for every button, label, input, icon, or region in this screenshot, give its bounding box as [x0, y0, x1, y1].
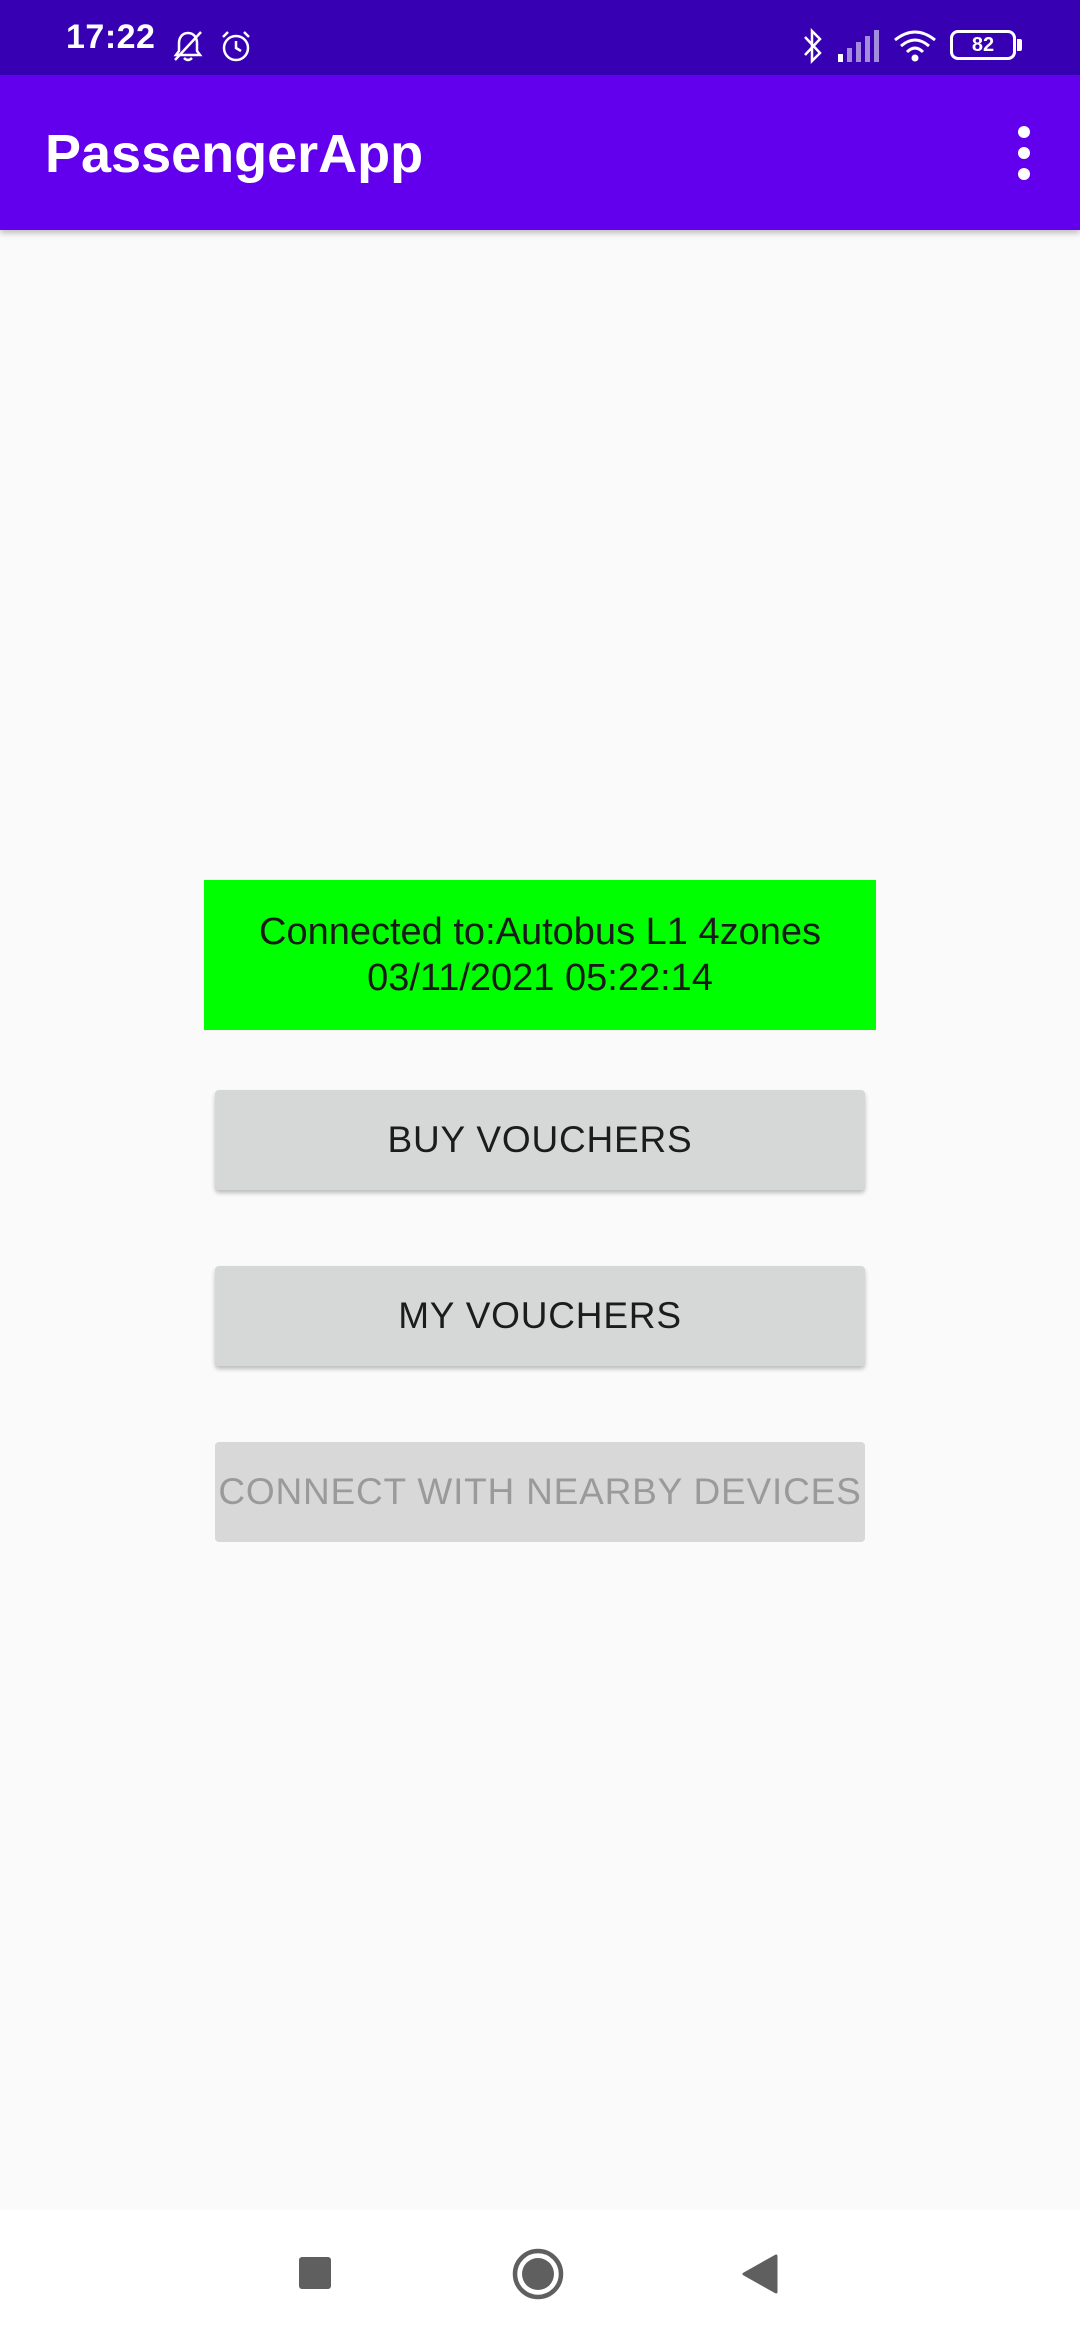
wifi-icon: [894, 30, 936, 62]
connection-device: Connected to:Autobus L1 4zones: [259, 911, 821, 953]
connection-status-banner: Connected to:Autobus L1 4zones 03/11/202…: [204, 880, 876, 1030]
back-icon[interactable]: [740, 2253, 780, 2295]
signal-icon: [838, 30, 879, 62]
battery-level: 82: [971, 33, 995, 56]
buy-vouchers-button[interactable]: BUY VOUCHERS: [215, 1090, 865, 1190]
alarm-icon: [222, 31, 250, 62]
my-vouchers-button[interactable]: MY VOUCHERS: [215, 1266, 865, 1366]
battery-tip: [1017, 39, 1022, 51]
overflow-menu-icon: [1018, 126, 1030, 180]
connection-timestamp: 03/11/2021 05:22:14: [367, 957, 713, 999]
status-bar: 17:22 82: [0, 0, 1080, 75]
connect-nearby-devices-button[interactable]: CONNECT WITH NEARBY DEVICES: [215, 1442, 865, 1542]
app-bar: PassengerApp: [0, 75, 1080, 230]
overflow-menu-button[interactable]: [994, 120, 1054, 186]
bluetooth-icon: [804, 27, 822, 65]
bell-off-icon: [173, 31, 203, 62]
home-icon[interactable]: [511, 2247, 565, 2301]
navigation-bar: [0, 2210, 1080, 2340]
recents-icon[interactable]: [298, 2256, 332, 2290]
app-title: PassengerApp: [45, 124, 424, 184]
status-time: 17:22: [66, 18, 156, 56]
battery-icon: 82: [950, 30, 1016, 60]
